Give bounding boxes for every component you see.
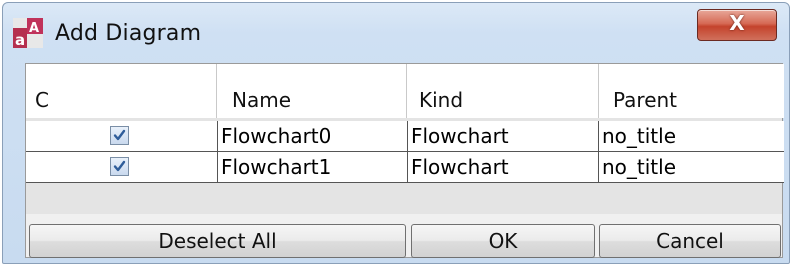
close-button[interactable]: X — [697, 9, 777, 41]
diagram-parent-cell[interactable]: no_title — [599, 121, 784, 152]
svg-text:A: A — [29, 21, 39, 36]
svg-text:a: a — [15, 31, 25, 48]
button-bar: Deselect All OK Cancel — [26, 224, 782, 258]
diagram-kind-cell[interactable]: Flowchart — [408, 152, 599, 183]
deselect-all-button[interactable]: Deselect All — [29, 224, 406, 258]
diagram-table: C Name Kind Parent Flowchart0 Flowchart … — [26, 64, 784, 214]
table-row[interactable]: Flowchart0 Flowchart no_title — [26, 121, 784, 152]
cancel-button[interactable]: Cancel — [599, 224, 781, 258]
include-checkbox[interactable] — [110, 126, 129, 145]
diagram-name-cell[interactable]: Flowchart0 — [218, 121, 408, 152]
window-title: Add Diagram — [55, 21, 202, 46]
app-icon: a A — [13, 18, 43, 48]
title-bar[interactable]: a A Add Diagram X — [3, 3, 789, 55]
column-header-c[interactable]: C — [26, 64, 217, 118]
column-header-name[interactable]: Name — [217, 64, 407, 118]
column-header-parent[interactable]: Parent — [599, 64, 784, 118]
row-checkbox-cell[interactable] — [26, 121, 218, 152]
checkmark-icon — [113, 160, 126, 172]
diagram-parent-cell[interactable]: no_title — [599, 152, 784, 183]
add-diagram-dialog: a A Add Diagram X C Name Kind Parent Flo… — [2, 2, 790, 264]
diagram-name-cell[interactable]: Flowchart1 — [218, 152, 408, 183]
include-checkbox[interactable] — [110, 157, 129, 176]
column-header-kind[interactable]: Kind — [407, 64, 599, 118]
dialog-body: C Name Kind Parent Flowchart0 Flowchart … — [25, 63, 784, 258]
row-checkbox-cell[interactable] — [26, 152, 218, 183]
table-row[interactable]: Flowchart1 Flowchart no_title — [26, 152, 784, 183]
close-icon: X — [729, 11, 745, 35]
ok-button[interactable]: OK — [411, 224, 595, 258]
diagram-kind-cell[interactable]: Flowchart — [408, 121, 599, 152]
checkmark-icon — [113, 129, 126, 141]
